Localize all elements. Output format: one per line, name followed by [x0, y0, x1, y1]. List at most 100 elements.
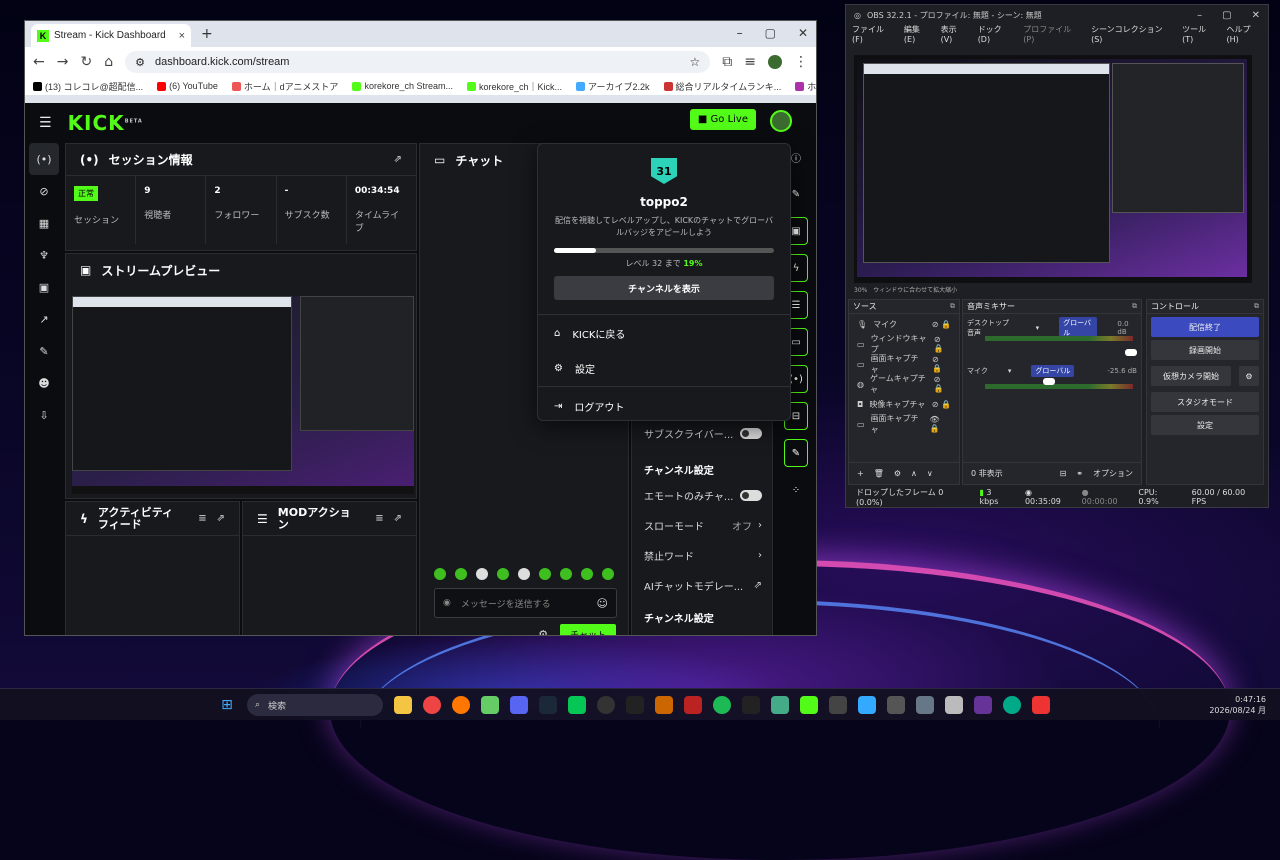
user-avatar[interactable]	[770, 110, 792, 132]
emote-only-toggle[interactable]	[740, 490, 762, 501]
line-icon[interactable]	[568, 696, 586, 714]
chart-nav-icon[interactable]: ↗	[29, 303, 59, 335]
obs-settings-button[interactable]: 設定	[1151, 415, 1259, 435]
emote[interactable]	[539, 568, 551, 580]
volume-slider[interactable]	[1043, 378, 1055, 385]
volume-slider[interactable]	[1125, 349, 1137, 356]
send-chat-button[interactable]: チャット	[560, 624, 616, 635]
menu-profile[interactable]: プロファイル(P)	[1023, 24, 1081, 44]
menu-edit[interactable]: 編集(E)	[904, 24, 931, 44]
maximize-icon[interactable]: ▢	[765, 26, 776, 40]
app-icon[interactable]	[481, 696, 499, 714]
source-item[interactable]: ◍ ゲームキャプチャ ⊘ 🔒	[849, 374, 959, 394]
start-icon[interactable]: ⊞	[218, 696, 236, 714]
menu-tools[interactable]: ツール(T)	[1182, 24, 1216, 44]
ai-moderation-row[interactable]: AIチャットモデレー... ⇗	[644, 578, 762, 593]
wrench-nav-icon[interactable]: ✎	[29, 335, 59, 367]
brave-icon[interactable]	[1032, 696, 1050, 714]
bookmark-item[interactable]: ホーム｜dアニメストア	[231, 80, 338, 93]
virtual-camera-button[interactable]: 仮想カメラ開始	[1151, 366, 1231, 386]
stream-preview-video[interactable]	[72, 296, 414, 494]
popout-icon[interactable]: ⇗	[394, 154, 402, 165]
forward-icon[interactable]: →	[57, 54, 69, 70]
media-icon[interactable]: ≡	[744, 54, 756, 70]
mixer-mode[interactable]: グローバル	[1031, 365, 1075, 377]
back-to-kick-item[interactable]: ⌂ KICKに戻る	[554, 326, 625, 341]
profile-icon[interactable]	[768, 55, 782, 69]
menu-icon[interactable]: ⋮	[794, 54, 808, 70]
apps-tool-icon[interactable]: ⁘	[784, 476, 808, 504]
minimize-icon[interactable]: –	[1197, 10, 1202, 21]
bookmark-item[interactable]: (6) YouTube	[157, 81, 218, 91]
emote[interactable]	[560, 568, 572, 580]
layout-icon[interactable]: ⊟	[1060, 469, 1067, 478]
obs-icon[interactable]	[597, 696, 615, 714]
emote[interactable]	[518, 568, 530, 580]
browser-tab[interactable]: K Stream - Kick Dashboard ×	[31, 24, 191, 47]
banned-words-row[interactable]: 禁止ワード ›	[644, 548, 762, 563]
spotify-icon[interactable]	[713, 696, 731, 714]
trophy-nav-icon[interactable]: ♆	[29, 239, 59, 271]
emote[interactable]	[497, 568, 509, 580]
link-icon[interactable]: ⚭	[1076, 469, 1083, 478]
filter-icon[interactable]: ≡	[375, 513, 383, 524]
kick-logo[interactable]: KICKBETA	[68, 111, 143, 135]
download-nav-icon[interactable]: ⇩	[29, 399, 59, 431]
clock[interactable]: 0:47:16 2026/08/24 月	[1209, 694, 1266, 716]
source-item[interactable]: ◘ 映像キャプチャ ⊘ 🔒	[849, 394, 959, 414]
source-item[interactable]: 🎙 マイク ⊘ 🔒	[849, 314, 959, 334]
emote[interactable]	[455, 568, 467, 580]
app-icon[interactable]	[974, 696, 992, 714]
options-button[interactable]: オプション	[1093, 468, 1133, 479]
source-item[interactable]: ▭ ウィンドウキャプ ⊘ 🔒	[849, 334, 959, 354]
home-icon[interactable]: ⌂	[104, 54, 113, 70]
users-nav-icon[interactable]: ☻	[29, 367, 59, 399]
start-recording-button[interactable]: 録画開始	[1151, 340, 1259, 360]
reload-icon[interactable]: ↻	[80, 54, 92, 70]
file-explorer-icon[interactable]	[394, 696, 412, 714]
view-channel-button[interactable]: チャンネルを表示	[554, 276, 774, 300]
taskbar-search[interactable]: ⌕ 検索	[247, 694, 383, 716]
app-icon[interactable]	[858, 696, 876, 714]
chrome-icon[interactable]	[423, 696, 441, 714]
bookmark-item[interactable]: (13) コレコレ@超配信...	[33, 80, 143, 93]
hamburger-menu-icon[interactable]: ☰	[39, 115, 52, 131]
kick-icon[interactable]	[800, 696, 818, 714]
id-nav-icon[interactable]: ▣	[29, 271, 59, 303]
logout-item[interactable]: ⇥ ログアウト	[554, 399, 624, 414]
extensions-icon[interactable]: ⧉	[722, 54, 732, 70]
emote[interactable]	[476, 568, 488, 580]
link-nav-icon[interactable]: ⊘	[29, 175, 59, 207]
minimize-icon[interactable]: –	[737, 26, 743, 40]
app-icon[interactable]	[684, 696, 702, 714]
close-tab-icon[interactable]: ×	[179, 30, 185, 42]
settings-item[interactable]: ⚙ 設定	[554, 361, 595, 376]
stop-streaming-button[interactable]: 配信終了	[1151, 317, 1259, 337]
bookmark-item[interactable]: ホーム - DOWNTOW...	[795, 80, 816, 93]
app-icon[interactable]	[829, 696, 847, 714]
site-info-icon[interactable]: ⚙	[135, 56, 145, 69]
discord-icon[interactable]	[510, 696, 528, 714]
obs-preview[interactable]	[854, 55, 1252, 283]
popout-icon[interactable]: ⇗	[394, 513, 402, 524]
new-tab-icon[interactable]: +	[201, 26, 213, 42]
chat-settings-icon[interactable]: ⚙	[538, 628, 548, 635]
app-icon[interactable]	[655, 696, 673, 714]
dropdown-icon[interactable]: ▾	[1036, 324, 1040, 332]
steam-icon[interactable]	[539, 696, 557, 714]
virtual-camera-settings-icon[interactable]: ⚙	[1239, 366, 1259, 386]
source-props-icon[interactable]: ⚙	[894, 469, 901, 478]
source-item[interactable]: ▭ 画面キャプチャ 👁 🔒	[849, 414, 959, 434]
remove-source-icon[interactable]: 🗑	[874, 469, 884, 478]
address-bar[interactable]: ⚙ dashboard.kick.com/stream ☆	[125, 51, 711, 73]
up-icon[interactable]: ∧	[911, 469, 917, 478]
emoji-icon[interactable]: ☺	[597, 597, 608, 610]
stream-nav-icon[interactable]: (•)	[29, 143, 59, 175]
bookmark-item[interactable]: 総合リアルタイムランキ...	[663, 80, 781, 93]
down-icon[interactable]: ∨	[927, 469, 933, 478]
maximize-icon[interactable]: ▢	[1222, 10, 1231, 21]
settings-icon[interactable]	[916, 696, 934, 714]
emote[interactable]	[602, 568, 614, 580]
bookmark-item[interactable]: アーカイブ2.2k	[576, 80, 650, 93]
menu-view[interactable]: 表示(V)	[941, 24, 968, 44]
